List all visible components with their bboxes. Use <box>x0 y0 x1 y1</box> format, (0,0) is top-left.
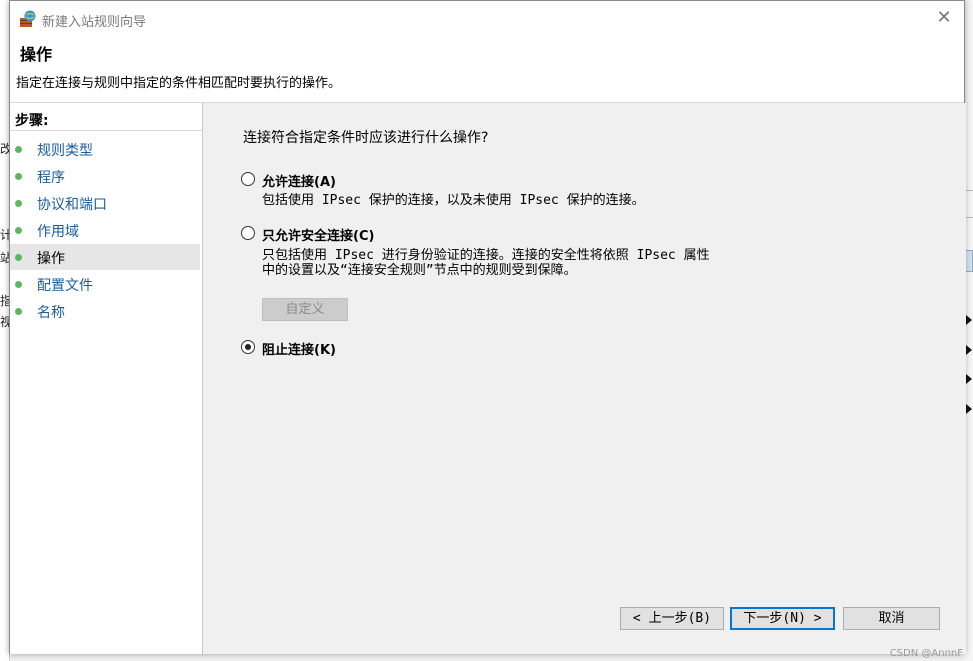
background-expand-arrow-icon[interactable] <box>966 404 972 414</box>
new-inbound-rule-wizard: 新建入站规则向导 ✕ 操作 指定在连接与规则中指定的条件相匹配时要执行的操作。 … <box>9 0 966 654</box>
allow-secure-connection-label[interactable]: 只允许安全连接(C) <box>262 225 374 244</box>
step-status-dot-icon <box>15 173 22 180</box>
step-program[interactable]: 程序 <box>10 163 200 189</box>
customize-button[interactable]: 自定义 <box>262 298 348 321</box>
firewall-icon <box>20 10 36 27</box>
page-title: 操作 <box>20 45 53 64</box>
next-button[interactable]: 下一步(N) > <box>730 607 835 630</box>
wizard-header: 操作 指定在连接与规则中指定的条件相匹配时要执行的操作。 <box>10 35 964 103</box>
step-label[interactable]: 程序 <box>37 167 65 187</box>
step-action[interactable]: 操作 <box>10 244 200 270</box>
step-label[interactable]: 配置文件 <box>37 275 93 295</box>
block-connection-label[interactable]: 阻止连接(K) <box>262 339 336 358</box>
wizard-content: 步骤: 规则类型 程序 协议和端口 作用域 操作 配置文件 名称 连接符合指定条… <box>10 103 966 654</box>
step-label[interactable]: 协议和端口 <box>37 194 107 214</box>
allow-connection-radio[interactable] <box>241 172 255 186</box>
step-label[interactable]: 名称 <box>37 302 65 322</box>
allow-secure-connection-radio[interactable] <box>241 226 255 240</box>
step-label[interactable]: 操作 <box>37 248 65 268</box>
steps-title: 步骤: <box>15 113 49 129</box>
step-status-dot-icon <box>15 227 22 234</box>
allow-connection-description: 包括使用 IPsec 保护的连接，以及未使用 IPsec 保护的连接。 <box>262 193 645 208</box>
steps-divider <box>10 130 202 131</box>
block-connection-radio[interactable] <box>241 340 255 354</box>
background-expand-arrow-icon[interactable] <box>966 345 972 355</box>
action-panel: 连接符合指定条件时应该进行什么操作? 允许连接(A) 包括使用 IPsec 保护… <box>203 103 966 654</box>
allow-connection-label[interactable]: 允许连接(A) <box>262 171 336 190</box>
step-status-dot-icon <box>15 254 22 261</box>
step-rule-type[interactable]: 规则类型 <box>10 136 200 162</box>
cancel-button[interactable]: 取消 <box>843 607 940 630</box>
steps-panel: 步骤: 规则类型 程序 协议和端口 作用域 操作 配置文件 名称 <box>10 103 202 654</box>
action-question: 连接符合指定条件时应该进行什么操作? <box>243 130 489 146</box>
step-scope[interactable]: 作用域 <box>10 217 200 243</box>
page-description: 指定在连接与规则中指定的条件相匹配时要执行的操作。 <box>16 76 342 91</box>
allow-secure-connection-description: 只包括使用 IPsec 进行身份验证的连接。连接的安全性将依照 IPsec 属性… <box>262 248 710 278</box>
close-button[interactable]: ✕ <box>932 7 956 29</box>
background-expand-arrow-icon[interactable] <box>966 315 972 325</box>
back-button[interactable]: < 上一步(B) <box>620 607 724 630</box>
step-status-dot-icon <box>15 200 22 207</box>
step-status-dot-icon <box>15 281 22 288</box>
step-profile[interactable]: 配置文件 <box>10 271 200 297</box>
background-expand-arrow-icon[interactable] <box>966 374 972 384</box>
step-protocol-and-ports[interactable]: 协议和端口 <box>10 190 200 216</box>
title-bar: 新建入站规则向导 ✕ <box>10 1 964 35</box>
window-title: 新建入站规则向导 <box>42 15 147 30</box>
step-label[interactable]: 规则类型 <box>37 140 93 160</box>
step-status-dot-icon <box>15 146 22 153</box>
step-name[interactable]: 名称 <box>10 298 200 324</box>
step-label[interactable]: 作用域 <box>37 221 79 241</box>
step-status-dot-icon <box>15 308 22 315</box>
watermark: CSDN @AnnnF <box>889 648 963 659</box>
